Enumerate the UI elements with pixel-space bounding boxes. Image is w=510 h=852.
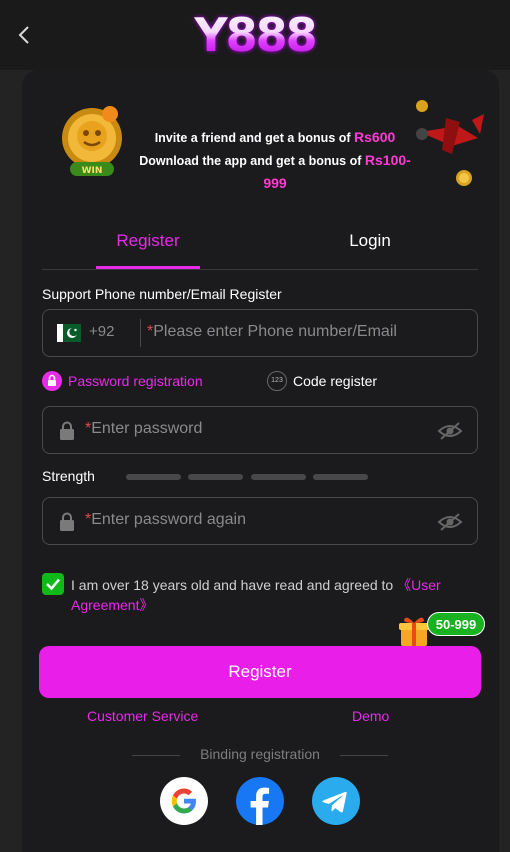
chevron-left-icon [18, 26, 29, 44]
gold-lion-coin-icon: WIN [62, 106, 122, 176]
demo-link[interactable]: Demo [352, 708, 389, 724]
password-again-field[interactable]: *Enter password again [42, 497, 478, 545]
password-again-placeholder: Enter password again [91, 511, 246, 528]
top-bar: Y888 [0, 0, 510, 70]
tab-login[interactable]: Login [318, 220, 422, 269]
checkmark-icon [46, 578, 60, 591]
telegram-icon [312, 777, 360, 825]
password-registration-label: Password registration [68, 373, 203, 389]
password-field[interactable]: *Enter password [42, 406, 478, 454]
lock-icon [60, 512, 74, 531]
eye-off-icon[interactable] [437, 511, 463, 533]
password-again-input[interactable]: *Enter password again [85, 511, 246, 529]
customer-service-link[interactable]: Customer Service [87, 708, 198, 724]
auth-tabs: Register Login [42, 220, 478, 270]
banner-amount-invite: Rs600 [354, 129, 396, 145]
binding-registration: Binding registration [132, 746, 388, 764]
register-section-label: Support Phone number/Email Register [42, 286, 282, 302]
agreement-text: I am over 18 years old and have read and… [71, 575, 481, 615]
strength-bar [188, 474, 243, 480]
lock-circle-icon [42, 371, 62, 391]
binding-label: Binding registration [200, 746, 320, 762]
phone-email-input[interactable]: *Please enter Phone number/Email [147, 323, 397, 341]
phone-email-field[interactable]: +92 *Please enter Phone number/Email [42, 309, 478, 357]
strength-label: Strength [42, 468, 95, 484]
divider-line [340, 755, 388, 756]
agreement-statement: I am over 18 years old and have read and… [71, 577, 398, 593]
agreement-checkbox[interactable] [42, 573, 64, 595]
register-mode-row: Password registration 123 Code register [42, 370, 478, 394]
google-login-button[interactable] [160, 777, 208, 825]
strength-bar [313, 474, 368, 480]
back-button[interactable] [12, 20, 38, 50]
tab-register[interactable]: Register [96, 220, 200, 269]
facebook-icon [236, 777, 284, 825]
bonus-badge: 50-999 [427, 612, 485, 636]
code-register-option[interactable]: 123 Code register [267, 370, 377, 392]
password-registration-option[interactable]: Password registration [42, 370, 203, 392]
footer-links: Customer Service Demo [22, 708, 499, 728]
banner-line1: Invite a friend and get a bonus of [154, 131, 351, 145]
banner-line2: Download the app and get a bonus of [139, 154, 362, 168]
banner-text: Invite a friend and get a bonus of Rs600… [130, 126, 420, 195]
google-icon [160, 777, 208, 825]
country-code[interactable]: +92 [89, 323, 114, 340]
facebook-login-button[interactable] [236, 777, 284, 825]
promo-banner: WIN Invite a friend and get a bonus of R… [52, 92, 484, 196]
code-123-icon: 123 [267, 371, 287, 391]
pakistan-flag-icon [57, 324, 81, 342]
svg-text:WIN: WIN [82, 166, 103, 176]
register-card: WIN Invite a friend and get a bonus of R… [22, 70, 499, 852]
password-input[interactable]: *Enter password [85, 420, 202, 438]
red-plane-icon [416, 100, 484, 186]
register-button[interactable]: Register [39, 646, 481, 698]
telegram-login-button[interactable] [312, 777, 360, 825]
gift-icon [399, 617, 429, 646]
strength-bar [126, 474, 181, 480]
strength-bar [251, 474, 306, 480]
phone-email-placeholder: Please enter Phone number/Email [153, 323, 397, 340]
password-strength: Strength [42, 468, 478, 486]
lock-icon [60, 421, 74, 440]
logo: Y888 [190, 6, 320, 64]
password-placeholder: Enter password [91, 420, 203, 437]
field-divider [140, 319, 141, 347]
eye-off-icon[interactable] [437, 420, 463, 442]
code-register-label: Code register [293, 373, 378, 389]
